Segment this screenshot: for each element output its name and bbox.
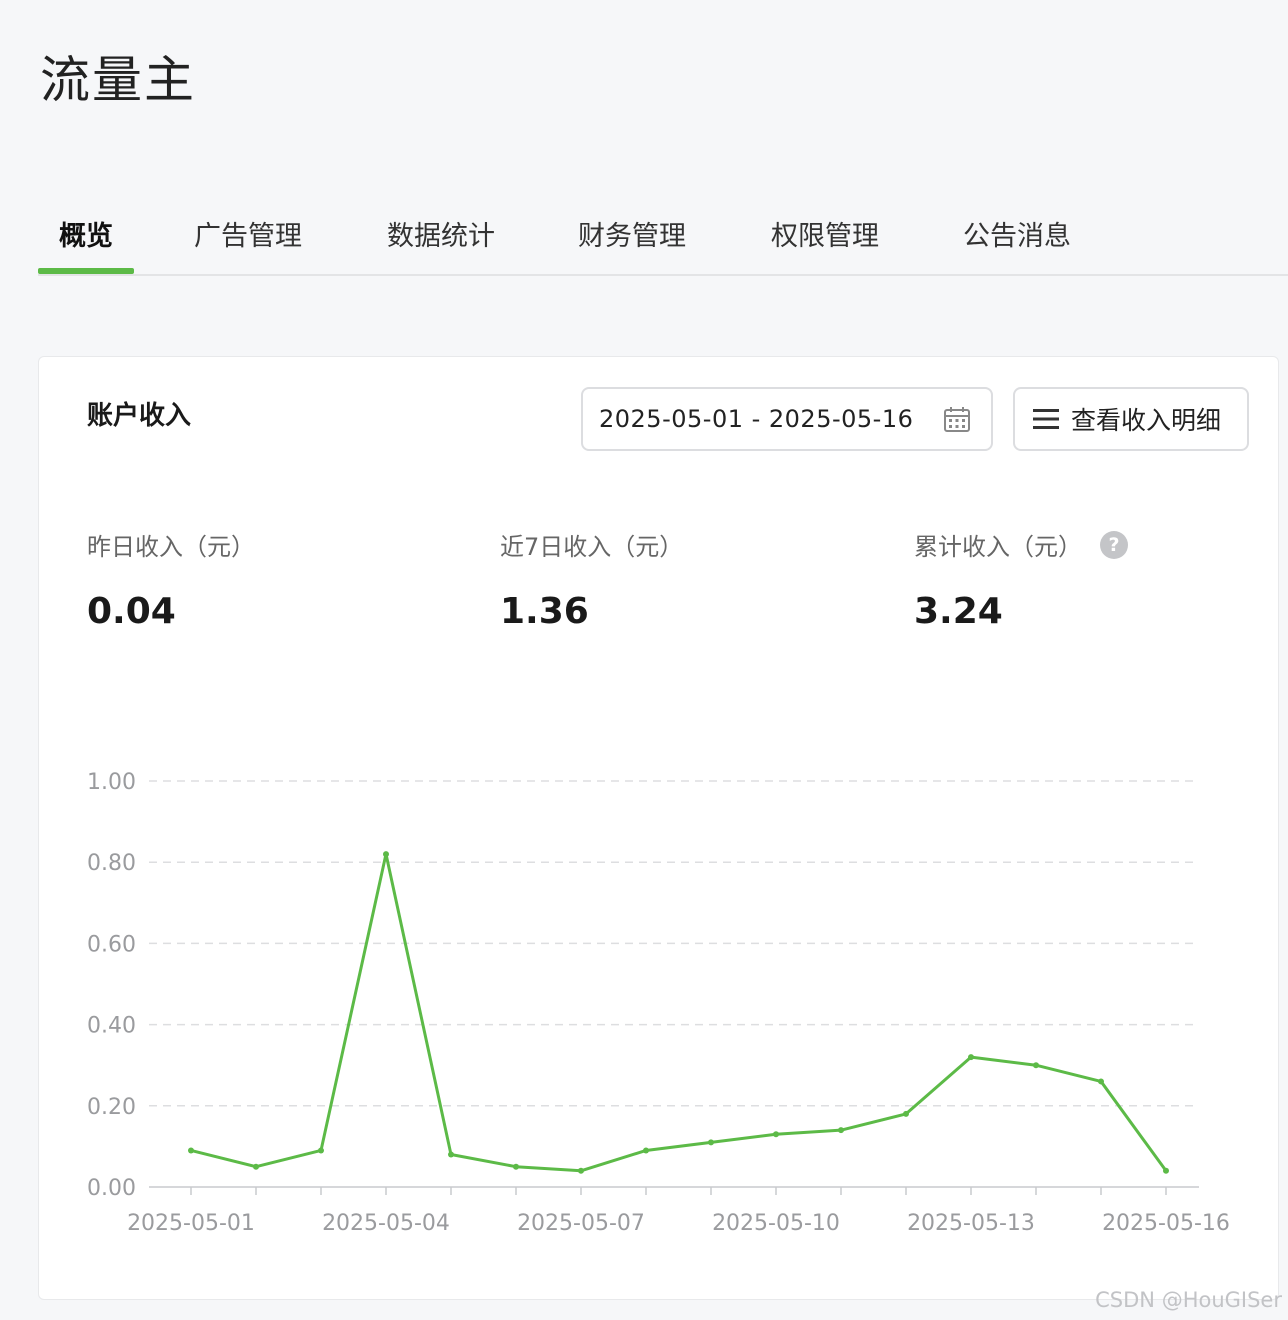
x-tick-label: 2025-05-04	[322, 1211, 450, 1236]
data-point	[1163, 1167, 1169, 1174]
tab-data-statistics[interactable]: 数据统计	[387, 214, 495, 253]
tab-overview[interactable]: 概览	[59, 214, 113, 253]
data-point	[383, 851, 389, 858]
tab-bar: 概览 广告管理 数据统计 财务管理 权限管理 公告消息	[38, 200, 1288, 276]
y-tick-label: 0.40	[87, 1014, 136, 1039]
data-point	[188, 1147, 194, 1154]
account-income-card: 账户收入 2025-05-01 - 2025-05-16 查看收入明细 昨日收入…	[38, 356, 1279, 1300]
y-tick-label: 0.00	[87, 1176, 136, 1201]
watermark: CSDN @HouGISer	[1095, 1288, 1282, 1312]
page-title: 流量主	[40, 51, 196, 109]
x-tick-label: 2025-05-16	[1102, 1211, 1230, 1236]
y-tick-label: 0.80	[87, 851, 136, 876]
data-point	[643, 1147, 649, 1154]
data-point	[253, 1163, 259, 1170]
data-point	[448, 1151, 454, 1158]
data-point	[1033, 1062, 1039, 1069]
series-line	[190, 852, 1168, 1173]
data-point	[708, 1139, 714, 1146]
data-point	[903, 1110, 909, 1117]
x-tick-label: 2025-05-13	[907, 1211, 1035, 1236]
data-point	[578, 1167, 584, 1174]
active-tab-indicator	[38, 268, 134, 274]
data-point	[838, 1127, 844, 1134]
income-line-chart: 0.00 0.20 0.40 0.60 0.80 1.00 2025-05-01 2025-0…	[87, 770, 1230, 1236]
tab-permissions[interactable]: 权限管理	[771, 214, 879, 253]
tab-finance[interactable]: 财务管理	[578, 214, 686, 253]
data-point	[513, 1163, 519, 1170]
x-tick-label: 2025-05-01	[127, 1211, 255, 1236]
x-tick-label: 2025-05-07	[517, 1211, 645, 1236]
y-tick-label: 0.60	[87, 932, 136, 957]
data-point	[968, 1054, 974, 1061]
tab-announcements[interactable]: 公告消息	[963, 214, 1071, 253]
y-tick-label: 0.20	[87, 1095, 136, 1120]
data-point	[773, 1131, 779, 1138]
y-tick-label: 1.00	[87, 770, 136, 795]
data-point	[1098, 1078, 1104, 1085]
data-point	[318, 1147, 324, 1154]
x-tick-label: 2025-05-10	[712, 1211, 840, 1236]
tab-ad-management[interactable]: 广告管理	[194, 214, 302, 253]
